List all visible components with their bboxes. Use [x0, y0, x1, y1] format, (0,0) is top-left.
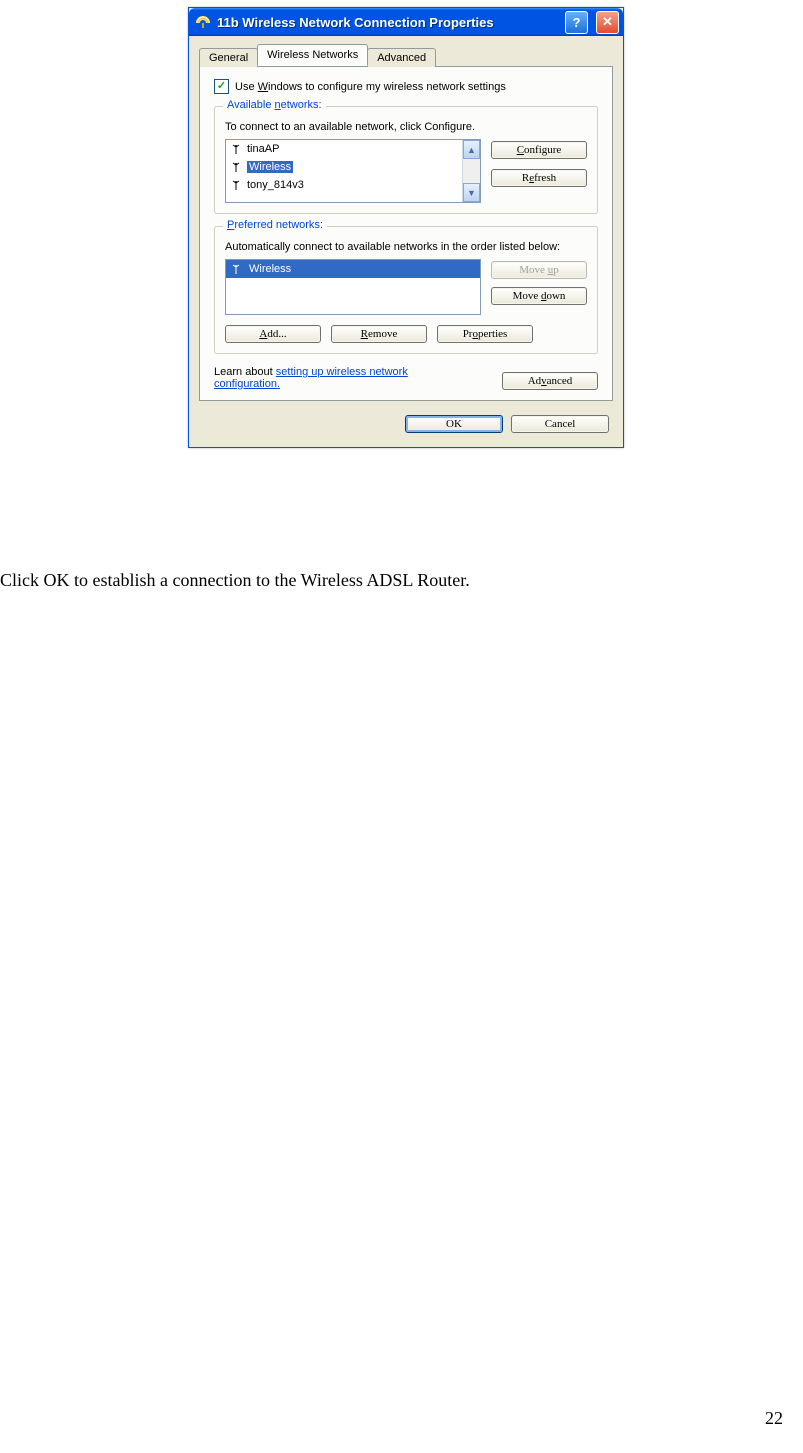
- use-windows-label: Use Windows to configure my wireless net…: [235, 81, 506, 93]
- tab-general[interactable]: General: [199, 48, 258, 67]
- tab-strip: General Wireless Networks Advanced: [189, 36, 623, 66]
- properties-dialog: 11b Wireless Network Connection Properti…: [188, 7, 624, 448]
- list-item[interactable]: tinaAP: [226, 140, 462, 158]
- antenna-icon: [230, 161, 242, 173]
- preferred-networks-group: Preferred networks: Automatically connec…: [214, 226, 598, 354]
- cancel-button[interactable]: Cancel: [511, 415, 609, 433]
- close-button[interactable]: ✕: [596, 11, 619, 34]
- learn-text: Learn about setting up wireless network …: [214, 366, 464, 390]
- list-item[interactable]: Wireless: [226, 158, 462, 176]
- antenna-icon: [230, 179, 242, 191]
- available-networks-list[interactable]: tinaAP Wireless tony_814v3: [225, 139, 481, 203]
- move-up-button[interactable]: Move up: [491, 261, 587, 279]
- list-item[interactable]: Wireless: [226, 260, 480, 278]
- scrollbar[interactable]: ▲ ▼: [462, 140, 480, 202]
- scroll-up-icon[interactable]: ▲: [463, 140, 480, 159]
- antenna-icon: [230, 263, 242, 275]
- preferred-desc: Automatically connect to available netwo…: [225, 241, 587, 253]
- remove-button[interactable]: Remove: [331, 325, 427, 343]
- properties-button[interactable]: Properties: [437, 325, 533, 343]
- scroll-down-icon[interactable]: ▼: [463, 183, 480, 202]
- tab-panel: ✓ Use Windows to configure my wireless n…: [199, 66, 613, 401]
- preferred-networks-legend: Preferred networks:: [223, 219, 327, 231]
- preferred-networks-list[interactable]: Wireless: [225, 259, 481, 315]
- use-windows-checkbox[interactable]: ✓: [214, 79, 229, 94]
- antenna-icon: [230, 143, 242, 155]
- learn-row: Learn about setting up wireless network …: [214, 366, 598, 390]
- advanced-button[interactable]: Advanced: [502, 372, 598, 390]
- page-caption: Click OK to establish a connection to th…: [0, 570, 470, 591]
- available-networks-legend: Available networks:: [223, 99, 326, 111]
- tab-wireless-networks[interactable]: Wireless Networks: [257, 44, 368, 66]
- move-down-button[interactable]: Move down: [491, 287, 587, 305]
- dialog-button-bar: OK Cancel: [189, 409, 623, 447]
- titlebar[interactable]: 11b Wireless Network Connection Properti…: [189, 8, 623, 36]
- help-button[interactable]: ?: [565, 11, 588, 34]
- wireless-icon: [195, 14, 211, 30]
- available-desc: To connect to an available network, clic…: [225, 121, 587, 133]
- use-windows-row: ✓ Use Windows to configure my wireless n…: [214, 79, 598, 94]
- refresh-button[interactable]: Refresh: [491, 169, 587, 187]
- list-item[interactable]: tony_814v3: [226, 176, 462, 194]
- tab-advanced[interactable]: Advanced: [367, 48, 436, 67]
- configure-button[interactable]: Configure: [491, 141, 587, 159]
- page-number: 22: [765, 1408, 783, 1429]
- ok-button[interactable]: OK: [405, 415, 503, 433]
- dialog-title: 11b Wireless Network Connection Properti…: [217, 15, 557, 30]
- add-button[interactable]: Add...: [225, 325, 321, 343]
- available-networks-group: Available networks: To connect to an ava…: [214, 106, 598, 214]
